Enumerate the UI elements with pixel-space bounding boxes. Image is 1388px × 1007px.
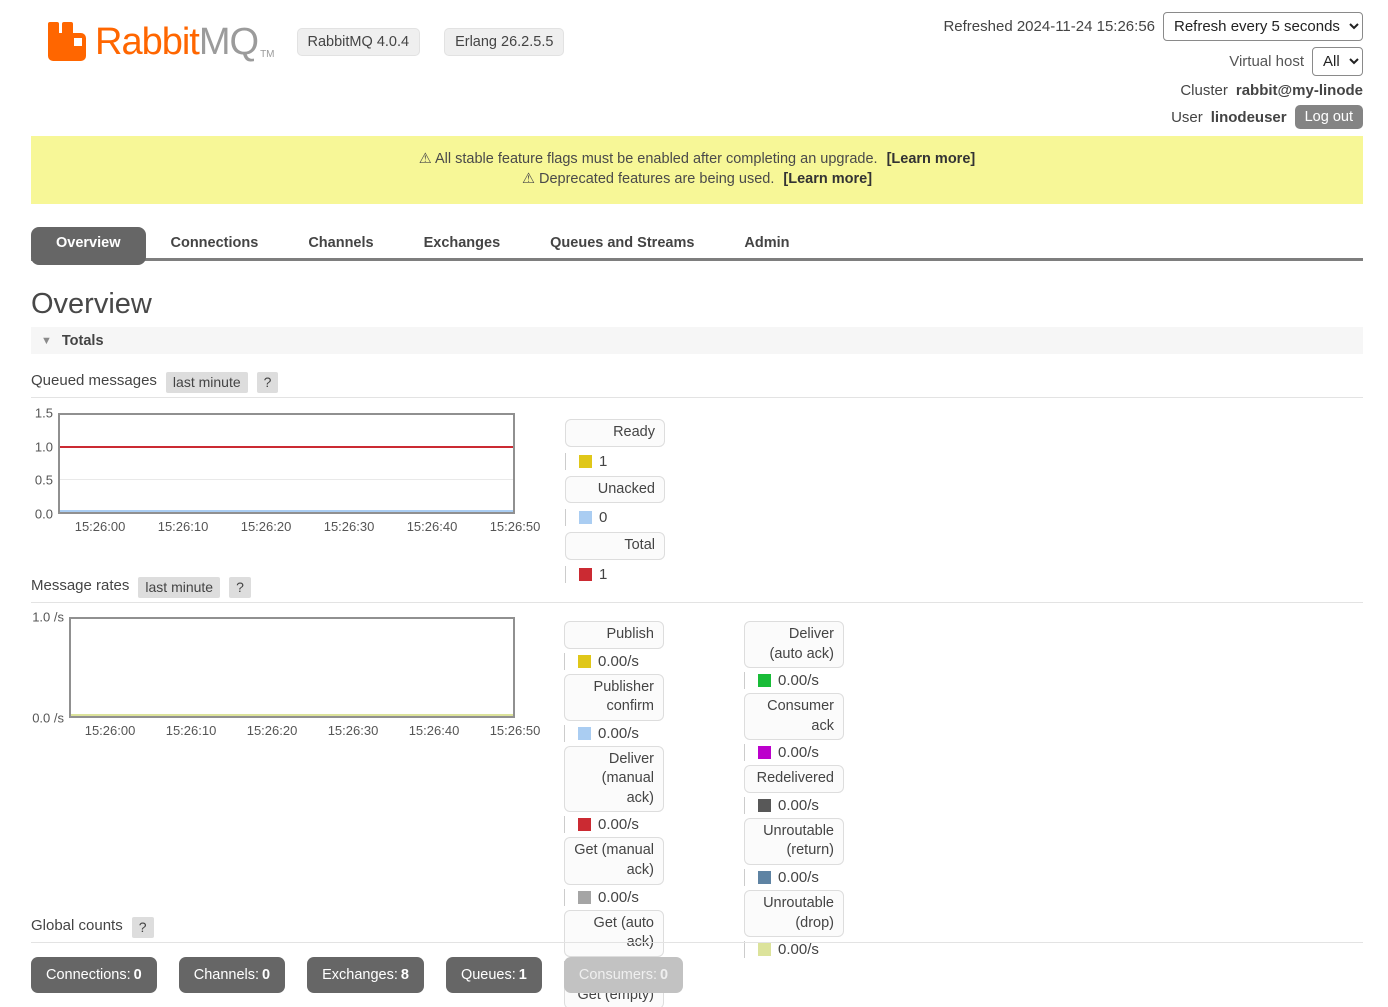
series-color-swatch <box>758 674 771 687</box>
series-color-swatch <box>579 511 592 524</box>
message-rates-body: 1.0 /s0.0 /s 15:26:0015:26:1015:26:2015:… <box>31 617 1363 1007</box>
global-counts-header: Global counts ? <box>31 917 1363 943</box>
series-color-swatch <box>758 746 771 759</box>
virtual-host-select[interactable]: All <box>1312 47 1363 76</box>
warning-banner: ⚠ All stable feature flags must be enabl… <box>31 136 1363 204</box>
queues-count-button[interactable]: Queues:1 <box>446 957 542 993</box>
logo-text-rabbit: Rabbit <box>95 21 199 64</box>
brand-area: RabbitMQTM RabbitMQ 4.0.4 Erlang 26.2.5.… <box>45 20 564 64</box>
rabbitmq-logo[interactable]: RabbitMQTM <box>45 20 275 64</box>
rabbitmq-overview-page: RabbitMQTM RabbitMQ 4.0.4 Erlang 26.2.5.… <box>0 0 1388 1007</box>
series-color-swatch <box>578 818 591 831</box>
totals-label: Totals <box>62 333 104 349</box>
virtual-host-label: Virtual host <box>1229 53 1304 70</box>
tab-connections[interactable]: Connections <box>146 227 284 265</box>
cluster-name: rabbit@my-linode <box>1236 82 1363 99</box>
message-rates-legends: Publish 0.00/s Publisher confirm 0.00/s … <box>564 617 857 1007</box>
legend-button-ready[interactable]: Ready <box>565 419 665 447</box>
erlang-version-badge: Erlang 26.2.5.5 <box>444 28 564 56</box>
refreshed-timestamp: Refreshed 2024-11-24 15:26:56 <box>943 18 1155 35</box>
refresh-interval-select[interactable]: Refresh every 5 seconds <box>1163 12 1363 41</box>
deprecated-learn-more-link[interactable]: [Learn more] <box>783 171 872 187</box>
queued-messages-body: 1.51.00.50.0 15:26:0015:26:1015:26:2015:… <box>31 413 1363 583</box>
series-color-swatch <box>578 655 591 668</box>
queued-help-icon[interactable]: ? <box>257 372 279 393</box>
series-color-swatch <box>578 891 591 904</box>
legend-value-deliver-manual: 0.00/s <box>564 816 679 833</box>
page-title: Overview <box>31 288 152 321</box>
legend-button-redelivered[interactable]: Redelivered <box>744 765 844 793</box>
rates-legend-right: Deliver (auto ack) 0.00/s Consumer ack 0… <box>744 617 857 958</box>
legend-button-unacked[interactable]: Unacked <box>565 476 665 504</box>
tab-exchanges[interactable]: Exchanges <box>399 227 526 265</box>
queued-chart-plot <box>58 413 515 514</box>
global-counts-title: Global counts <box>31 917 123 934</box>
message-rates-chart: 1.0 /s0.0 /s 15:26:0015:26:1015:26:2015:… <box>31 617 515 740</box>
legend-button-consumer-ack[interactable]: Consumer ack <box>744 693 844 740</box>
exchanges-count-button[interactable]: Exchanges:8 <box>307 957 424 993</box>
legend-value-ready: 1 <box>565 453 685 470</box>
message-rates-header: Message rates last minute ? <box>31 577 1363 603</box>
series-color-swatch <box>758 943 771 956</box>
legend-value-get-manual: 0.00/s <box>564 889 679 906</box>
tab-queues-and-streams[interactable]: Queues and Streams <box>525 227 719 265</box>
legend-button-publisher-confirm[interactable]: Publisher confirm <box>564 674 664 721</box>
rates-chart-y-axis: 1.0 /s0.0 /s <box>31 617 69 718</box>
tab-admin[interactable]: Admin <box>719 227 814 265</box>
legend-value-unacked: 0 <box>565 509 685 526</box>
legend-button-deliver-manual[interactable]: Deliver (manual ack) <box>564 746 664 813</box>
connections-count-button[interactable]: Connections:0 <box>31 957 157 993</box>
main-nav-tabs: Overview Connections Channels Exchanges … <box>31 227 1363 267</box>
channels-count-button[interactable]: Channels:0 <box>179 957 285 993</box>
series-color-swatch <box>578 727 591 740</box>
legend-value-consumer-ack: 0.00/s <box>744 744 854 761</box>
totals-section-header[interactable]: ▼ Totals <box>31 327 1363 354</box>
series-color-swatch <box>758 799 771 812</box>
rates-help-icon[interactable]: ? <box>229 577 251 598</box>
logo-trademark: TM <box>260 49 274 64</box>
legend-button-get-manual[interactable]: Get (manual ack) <box>564 837 664 884</box>
logo-text-mq: MQ <box>199 21 258 64</box>
rates-period-badge[interactable]: last minute <box>138 577 220 598</box>
rates-legend-left: Publish 0.00/s Publisher confirm 0.00/s … <box>564 617 679 1007</box>
tab-channels[interactable]: Channels <box>283 227 398 265</box>
legend-value-redelivered: 0.00/s <box>744 797 854 814</box>
legend-button-total[interactable]: Total <box>565 532 665 560</box>
queued-messages-legend: Ready 1 Unacked 0 Total 1 <box>565 413 685 583</box>
feature-flags-warning-text: ⚠ All stable feature flags must be enabl… <box>419 151 878 167</box>
feature-flags-learn-more-link[interactable]: [Learn more] <box>887 151 976 167</box>
global-counts-buttons: Connections:0 Channels:0 Exchanges:8 Que… <box>31 957 683 993</box>
queued-messages-chart: 1.51.00.50.0 15:26:0015:26:1015:26:2015:… <box>31 413 515 536</box>
series-color-swatch <box>579 455 592 468</box>
rates-chart-x-axis: 15:26:0015:26:1015:26:2015:26:3015:26:40… <box>69 718 515 740</box>
consumers-count-button[interactable]: Consumers:0 <box>564 957 683 993</box>
user-label: User <box>1171 109 1203 126</box>
logout-button[interactable]: Log out <box>1295 105 1363 129</box>
legend-value-publisher-confirm: 0.00/s <box>564 725 679 742</box>
message-rates-title: Message rates <box>31 577 129 594</box>
legend-button-deliver-auto[interactable]: Deliver (auto ack) <box>744 621 844 668</box>
cluster-label: Cluster <box>1180 82 1228 99</box>
legend-value-deliver-auto: 0.00/s <box>744 672 854 689</box>
legend-button-unroutable-return[interactable]: Unroutable (return) <box>744 818 844 865</box>
deprecated-warning-text: ⚠ Deprecated features are being used. <box>522 171 774 187</box>
global-counts-help-icon[interactable]: ? <box>132 917 154 938</box>
queued-period-badge[interactable]: last minute <box>166 372 248 393</box>
rabbitmq-logo-icon <box>45 20 89 64</box>
queued-messages-title: Queued messages <box>31 372 157 389</box>
legend-button-publish[interactable]: Publish <box>564 621 664 649</box>
legend-value-unroutable-return: 0.00/s <box>744 869 854 886</box>
user-name: linodeuser <box>1211 109 1287 126</box>
collapse-triangle-icon: ▼ <box>41 335 52 347</box>
queued-chart-x-axis: 15:26:0015:26:1015:26:2015:26:3015:26:40… <box>58 514 515 536</box>
rates-chart-plot <box>69 617 515 718</box>
rabbitmq-version-badge: RabbitMQ 4.0.4 <box>297 28 421 56</box>
session-info: Refreshed 2024-11-24 15:26:56 Refresh ev… <box>943 12 1363 135</box>
tab-overview[interactable]: Overview <box>31 227 146 265</box>
legend-value-unroutable-drop: 0.00/s <box>744 941 854 958</box>
queued-messages-header: Queued messages last minute ? <box>31 372 1363 398</box>
legend-value-publish: 0.00/s <box>564 653 679 670</box>
series-color-swatch <box>758 871 771 884</box>
queued-chart-y-axis: 1.51.00.50.0 <box>31 413 58 514</box>
